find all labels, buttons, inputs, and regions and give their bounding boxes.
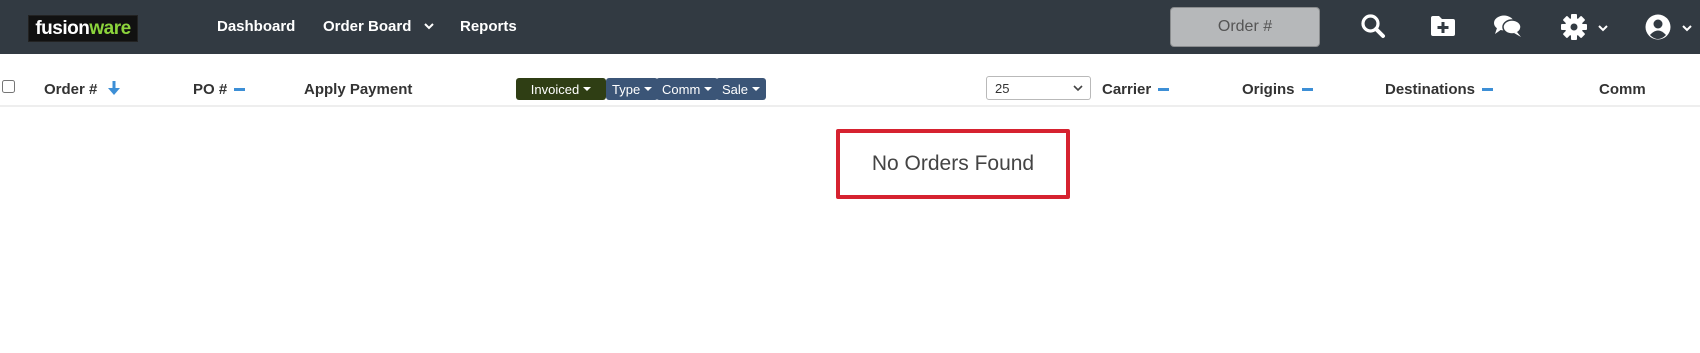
column-po-label: PO #	[193, 81, 228, 98]
chat-icon[interactable]	[1493, 13, 1523, 44]
caret-down-icon	[644, 87, 653, 91]
column-origins[interactable]: Origins	[1242, 81, 1313, 98]
caret-down-icon	[704, 87, 713, 91]
sale-filter-dropdown[interactable]: Sale	[716, 78, 767, 100]
comm-filter-label: Comm	[662, 81, 701, 97]
nav-order-board[interactable]: Order Board	[323, 18, 411, 35]
column-carrier-label: Carrier	[1102, 81, 1152, 98]
sale-filter-label: Sale	[722, 81, 749, 97]
settings-chevron-icon[interactable]	[1597, 21, 1609, 39]
logo-text-ware: ware	[89, 17, 131, 39]
logo-text-fusion: fusion	[35, 17, 90, 39]
column-order-label: Order #	[44, 81, 98, 98]
type-filter-label: Type	[612, 81, 641, 97]
column-comm[interactable]: Comm	[1599, 81, 1646, 98]
column-apply-payment[interactable]: Apply Payment	[304, 81, 412, 98]
gear-icon[interactable]	[1560, 13, 1588, 46]
header-divider	[0, 105, 1700, 107]
user-circle-icon[interactable]	[1644, 13, 1672, 46]
orders-table-header: Order # PO # Apply Payment Invoiced Type…	[0, 68, 1700, 106]
no-orders-message: No Orders Found	[871, 152, 1035, 175]
caret-down-icon	[752, 87, 761, 91]
page-size-select[interactable]: 25	[986, 76, 1091, 100]
chevron-down-icon	[1072, 82, 1084, 97]
comm-filter-dropdown[interactable]: Comm	[656, 78, 719, 100]
column-po[interactable]: PO #	[193, 81, 246, 98]
column-destinations[interactable]: Destinations	[1385, 81, 1494, 98]
order-board-chevron-icon[interactable]	[423, 19, 435, 37]
top-navbar: fusion ware Dashboard Order Board Reports	[0, 0, 1700, 54]
no-orders-highlight-box: No Orders Found	[836, 129, 1070, 199]
folder-plus-icon[interactable]	[1429, 13, 1457, 44]
caret-down-icon	[583, 87, 592, 91]
invoiced-filter-label: Invoiced	[530, 81, 580, 97]
carrier-collapse-minus-icon[interactable]	[1158, 87, 1170, 91]
column-destinations-label: Destinations	[1385, 81, 1476, 98]
nav-dashboard[interactable]: Dashboard	[217, 18, 295, 35]
select-all-checkbox[interactable]	[2, 80, 15, 93]
column-carrier[interactable]: Carrier	[1102, 81, 1170, 98]
column-origins-label: Origins	[1242, 81, 1295, 98]
search-icon[interactable]	[1360, 13, 1386, 44]
nav-reports[interactable]: Reports	[460, 18, 517, 35]
po-collapse-minus-icon[interactable]	[234, 87, 246, 91]
column-order[interactable]: Order #	[44, 81, 120, 99]
origins-collapse-minus-icon[interactable]	[1301, 87, 1313, 91]
user-menu-chevron-icon[interactable]	[1681, 21, 1693, 39]
invoiced-filter-dropdown[interactable]: Invoiced	[516, 78, 606, 100]
fusionware-logo[interactable]: fusion ware	[28, 15, 138, 42]
destinations-collapse-minus-icon[interactable]	[1482, 87, 1494, 91]
page-size-value: 25	[995, 81, 1010, 96]
sort-down-arrow-icon[interactable]	[107, 81, 120, 99]
type-filter-dropdown[interactable]: Type	[606, 78, 659, 100]
order-number-search-input[interactable]	[1170, 7, 1320, 47]
